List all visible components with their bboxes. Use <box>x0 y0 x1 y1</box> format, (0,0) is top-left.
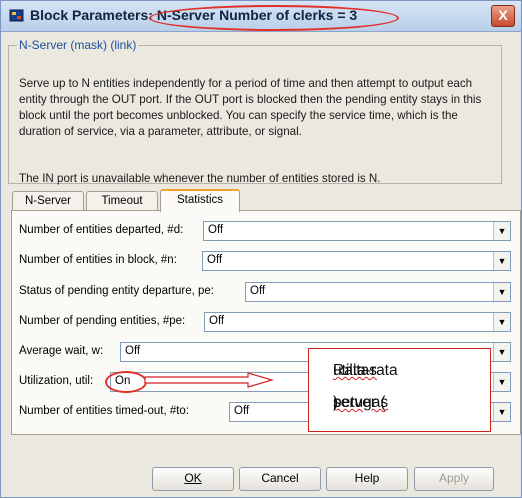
chevron-down-icon[interactable]: ▼ <box>493 252 510 270</box>
ok-button[interactable]: OK <box>152 467 234 491</box>
mask-legend: N-Server (mask) (link) <box>19 38 137 52</box>
annotation-callout: Rata-rata utilitas server (petugas) <box>308 348 491 432</box>
block-description: Serve up to N entities independently for… <box>19 77 482 138</box>
apply-button[interactable]: Apply <box>414 467 494 491</box>
param-label: Number of entities timed-out, #to: <box>19 405 190 417</box>
param-label: Number of entities departed, #d: <box>19 224 184 236</box>
departed-select[interactable]: Off ▼ <box>203 221 511 241</box>
param-label: Utilization, util: <box>19 375 94 387</box>
tab-n-server[interactable]: N-Server <box>12 191 84 210</box>
param-row-in-block: Number of entities in block, #n: Off ▼ <box>19 251 511 271</box>
param-label: Number of pending entities, #pe: <box>19 315 186 327</box>
help-button[interactable]: Help <box>326 467 408 491</box>
tab-timeout[interactable]: Timeout <box>86 191 158 210</box>
param-label: Average wait, w: <box>19 345 104 357</box>
arrow-right-icon <box>144 372 274 388</box>
close-button[interactable]: X <box>491 5 515 27</box>
in-port-note: The IN port is unavailable whenever the … <box>19 172 381 185</box>
pending-status-select[interactable]: Off ▼ <box>245 282 511 302</box>
window-title: Block Parameters: N-Server Number of cle… <box>30 7 358 23</box>
tab-statistics[interactable]: Statistics <box>160 189 240 212</box>
param-row-departed: Number of entities departed, #d: Off ▼ <box>19 221 511 241</box>
param-row-pending-status: Status of pending entity departure, pe: … <box>19 282 511 302</box>
chevron-down-icon[interactable]: ▼ <box>493 313 510 331</box>
title-bar[interactable]: Block Parameters: N-Server Number of cle… <box>1 1 521 32</box>
simulink-block-icon <box>9 9 24 22</box>
chevron-down-icon[interactable]: ▼ <box>493 222 510 240</box>
param-row-pending-count: Number of pending entities, #pe: Off ▼ <box>19 312 511 332</box>
pending-count-select[interactable]: Off ▼ <box>204 312 511 332</box>
in-block-select[interactable]: Off ▼ <box>202 251 511 271</box>
chevron-down-icon[interactable]: ▼ <box>493 283 510 301</box>
cancel-button[interactable]: Cancel <box>239 467 321 491</box>
mask-description-group: N-Server (mask) (link) Serve up to N ent… <box>8 38 502 185</box>
chevron-down-icon[interactable]: ▼ <box>493 343 510 361</box>
param-label: Number of entities in block, #n: <box>19 254 177 266</box>
param-label: Status of pending entity departure, pe: <box>19 285 214 297</box>
dialog-window: Block Parameters: N-Server Number of cle… <box>0 0 522 498</box>
chevron-down-icon[interactable]: ▼ <box>493 373 510 391</box>
chevron-down-icon[interactable]: ▼ <box>493 403 510 421</box>
